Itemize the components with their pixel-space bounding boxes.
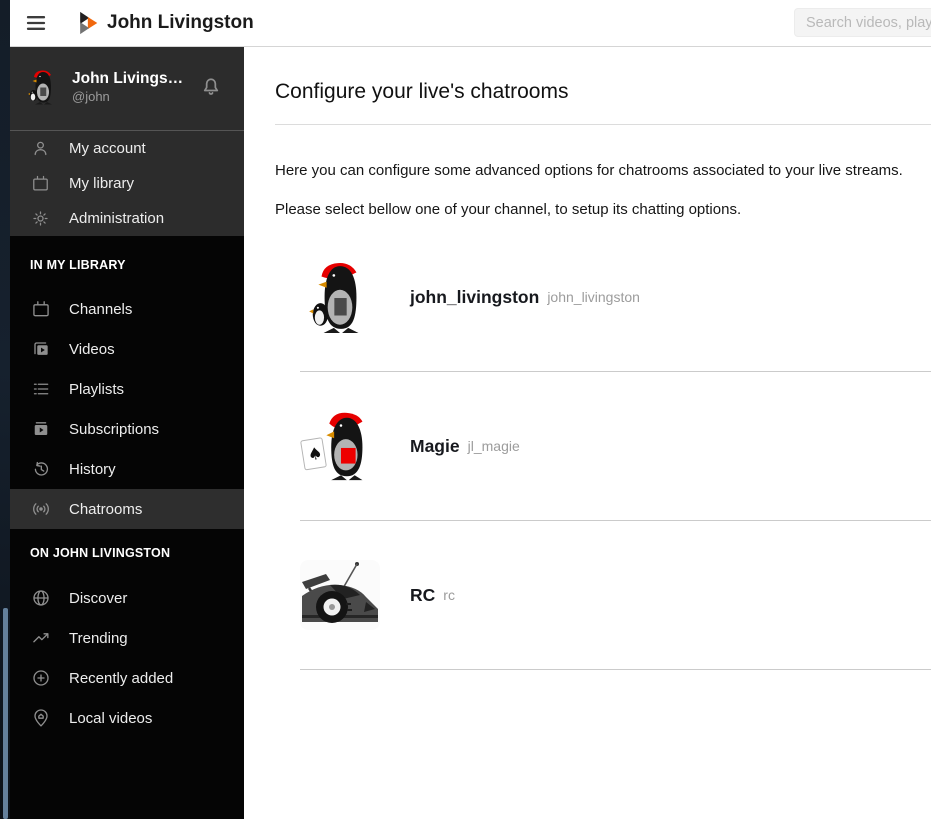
tv-antenna-icon: [31, 299, 51, 319]
plus-circle-icon: [31, 668, 51, 688]
user-avatar: [28, 70, 52, 105]
sidebar: John Livings… @john My account My librar…: [10, 46, 244, 819]
playlist-icon: [31, 379, 51, 399]
svg-text:♠: ♠: [306, 443, 324, 464]
sidebar-item-subscriptions[interactable]: Subscriptions: [10, 409, 244, 449]
user-block[interactable]: John Livings… @john: [10, 46, 244, 131]
penguin-santa-avatar: [309, 262, 359, 333]
sidebar-item-recently-added[interactable]: Recently added: [10, 658, 244, 698]
hamburger-icon: [26, 16, 46, 30]
sidebar-item-label: Channels: [69, 300, 133, 318]
user-handle: @john: [72, 89, 110, 104]
sidebar-item-label: Local videos: [69, 709, 153, 727]
notifications-button[interactable]: [198, 73, 224, 99]
channel-name: john_livingston: [410, 286, 540, 307]
tv-icon: [31, 174, 50, 193]
topbar: John Livingston: [10, 0, 931, 47]
channel-name: RC: [410, 584, 436, 605]
trending-up-icon: [31, 628, 51, 648]
instance-title: John Livingston: [107, 12, 254, 33]
sidebar-item-playlists[interactable]: Playlists: [10, 369, 244, 409]
channel-avatar-box: [300, 555, 380, 635]
channel-avatar-box: ♠: [300, 406, 380, 486]
sidebar-item-history[interactable]: History: [10, 449, 244, 489]
live-broadcast-icon: [31, 499, 51, 519]
sidebar-item-label: Videos: [69, 340, 115, 358]
section-header-on-john-livingston: ON JOHN LIVINGSTON: [30, 546, 171, 560]
sidebar-item-label: Administration: [69, 210, 165, 227]
home-pin-icon: [31, 708, 51, 728]
sidebar-item-label: Chatrooms: [69, 500, 143, 518]
person-icon: [31, 139, 50, 158]
sidebar-item-label: History: [69, 460, 116, 478]
sidebar-item-label: My library: [69, 175, 135, 192]
bell-icon: [203, 78, 219, 95]
main-content: Configure your live's chatrooms Here you…: [244, 46, 931, 819]
search-input[interactable]: [794, 8, 931, 37]
peertube-logo-icon[interactable]: [75, 11, 99, 35]
penguin-card-avatar: ♠: [300, 412, 363, 481]
gear-icon: [31, 209, 50, 228]
sidebar-item-my-library[interactable]: My library: [10, 166, 244, 201]
video-stack-icon: [31, 339, 51, 359]
channel-row-john-livingston[interactable]: john_livingston john_livingston: [300, 223, 931, 372]
sidebar-item-trending[interactable]: Trending: [10, 618, 244, 658]
rc-car-avatar: [300, 560, 380, 630]
sidebar-item-discover[interactable]: Discover: [10, 578, 244, 618]
section-header-in-my-library: IN MY LIBRARY: [30, 258, 126, 272]
scrollbar-thumb[interactable]: [3, 608, 8, 819]
sidebar-item-channels[interactable]: Channels: [10, 289, 244, 329]
sidebar-item-local-videos[interactable]: Local videos: [10, 698, 244, 738]
channel-handle: jl_magie: [467, 438, 520, 454]
menu-toggle-button[interactable]: [22, 9, 50, 37]
history-clock-icon: [31, 459, 51, 479]
page-title: Configure your live's chatrooms: [275, 80, 931, 125]
channel-row-magie[interactable]: ♠ Magie jl_magie: [300, 372, 931, 521]
window-edge-scrollbar-track: [0, 0, 10, 819]
channel-handle: rc: [443, 587, 455, 603]
sidebar-item-label: My account: [69, 140, 146, 157]
sidebar-item-label: Subscriptions: [69, 420, 160, 438]
channel-handle: john_livingston: [547, 289, 640, 305]
sidebar-item-videos[interactable]: Videos: [10, 329, 244, 369]
globe-icon: [31, 588, 51, 608]
sidebar-item-chatrooms[interactable]: Chatrooms: [10, 489, 244, 529]
user-display-name: John Livings…: [72, 70, 184, 87]
sidebar-item-label: Recently added: [69, 669, 174, 687]
sidebar-item-my-account[interactable]: My account: [10, 131, 244, 166]
channel-name: Magie: [410, 435, 460, 456]
sidebar-item-label: Playlists: [69, 380, 125, 398]
channel-avatar-box: [300, 257, 380, 337]
channel-row-rc[interactable]: RC rc: [300, 521, 931, 670]
intro-paragraph-2: Please select bellow one of your channel…: [275, 201, 742, 218]
sidebar-item-label: Discover: [69, 589, 128, 607]
sidebar-item-label: Trending: [69, 629, 128, 647]
main-menu: My account My library Administration: [10, 131, 244, 236]
intro-paragraph-1: Here you can configure some advanced opt…: [275, 162, 903, 179]
sidebar-item-administration[interactable]: Administration: [10, 201, 244, 236]
subscriptions-icon: [31, 419, 51, 439]
channel-list: john_livingston john_livingston ♠ Magie …: [300, 223, 931, 670]
